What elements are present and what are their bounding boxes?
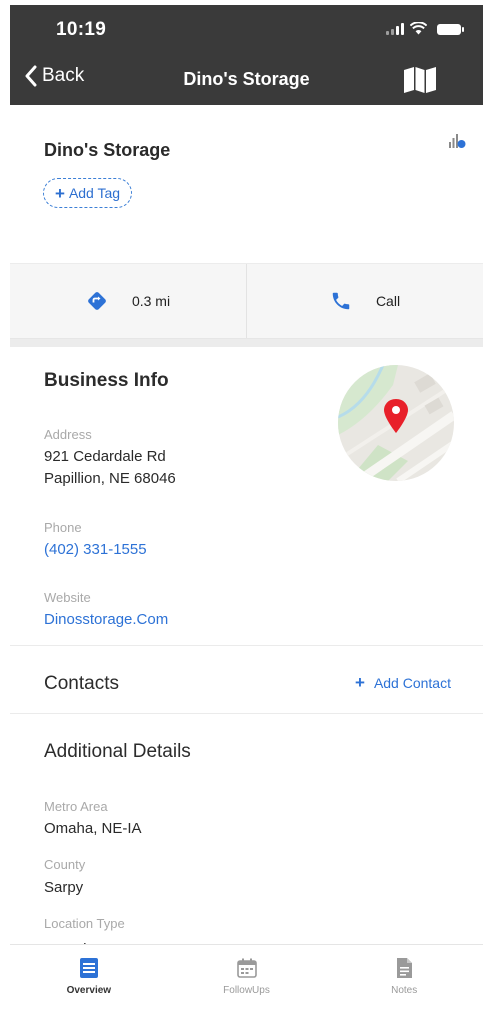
overview-list-icon [79, 958, 98, 978]
divider [10, 713, 483, 714]
wifi-icon [410, 22, 427, 35]
tab-notes-label: Notes [391, 985, 418, 996]
status-icons [386, 22, 464, 35]
business-name: Dino's Storage [44, 140, 171, 160]
location-type-label: Location Type [44, 916, 125, 931]
plus-icon: + [55, 183, 65, 203]
county-value: Sarpy [44, 879, 84, 896]
add-contact-label: Add Contact [373, 675, 451, 691]
add-contact-button[interactable]: + Add Contact [355, 673, 451, 693]
add-tag-label: Add Tag [68, 185, 121, 201]
map-button[interactable] [403, 66, 437, 99]
business-info-heading: Business Info [44, 370, 169, 391]
address-line-2: Papillion, NE 68046 [44, 470, 176, 487]
metro-area-label: Metro Area [44, 799, 108, 814]
phone-link[interactable]: (402) 331-1555 [44, 541, 147, 558]
divider [10, 645, 483, 646]
address-label: Address [44, 427, 92, 442]
bottom-tab-bar: Overview FollowUps Notes [10, 944, 483, 1016]
tab-followups[interactable]: FollowUps [168, 945, 326, 1016]
battery-icon [437, 24, 464, 35]
tab-notes[interactable]: Notes [325, 945, 483, 1016]
tab-overview-label: Overview [66, 985, 112, 996]
calendar-icon [236, 958, 257, 978]
header-bar: 10:19 Back Dino's Storage [10, 5, 483, 105]
cellular-signal-icon [386, 23, 404, 35]
signal-status-button[interactable] [447, 133, 467, 156]
status-time: 10:19 [56, 19, 107, 40]
phone-icon [332, 292, 350, 310]
tab-followups-label: FollowUps [223, 985, 270, 996]
plus-icon: + [355, 673, 365, 692]
tab-overview[interactable]: Overview [10, 945, 168, 1016]
action-row: 0.3 mi Call [10, 263, 483, 339]
website-link[interactable]: Dinosstorage.Com [44, 611, 168, 628]
phone-label: Phone [44, 520, 82, 535]
add-tag-button[interactable]: + Add Tag [43, 178, 133, 208]
call-label: Call [375, 293, 401, 309]
section-separator [10, 339, 483, 347]
signal-dot-icon [449, 134, 466, 148]
address-line-1: 921 Cedardale Rd [44, 448, 166, 465]
website-label: Website [44, 590, 91, 605]
app-screen: 10:19 Back Dino's Storage Dino's Storage… [10, 5, 483, 1016]
additional-details-heading: Additional Details [44, 741, 191, 762]
notes-document-icon [397, 958, 413, 978]
location-map-thumbnail[interactable] [338, 365, 454, 481]
call-button[interactable]: Call [246, 264, 483, 338]
map-preview-icon [338, 365, 454, 481]
directions-button[interactable]: 0.3 mi [10, 264, 246, 338]
county-label: County [44, 857, 86, 872]
distance-label: 0.3 mi [131, 293, 171, 309]
directions-icon [88, 292, 106, 310]
contacts-heading: Contacts [44, 673, 119, 694]
map-icon [404, 67, 436, 93]
metro-area-value: Omaha, NE-IA [44, 820, 142, 837]
